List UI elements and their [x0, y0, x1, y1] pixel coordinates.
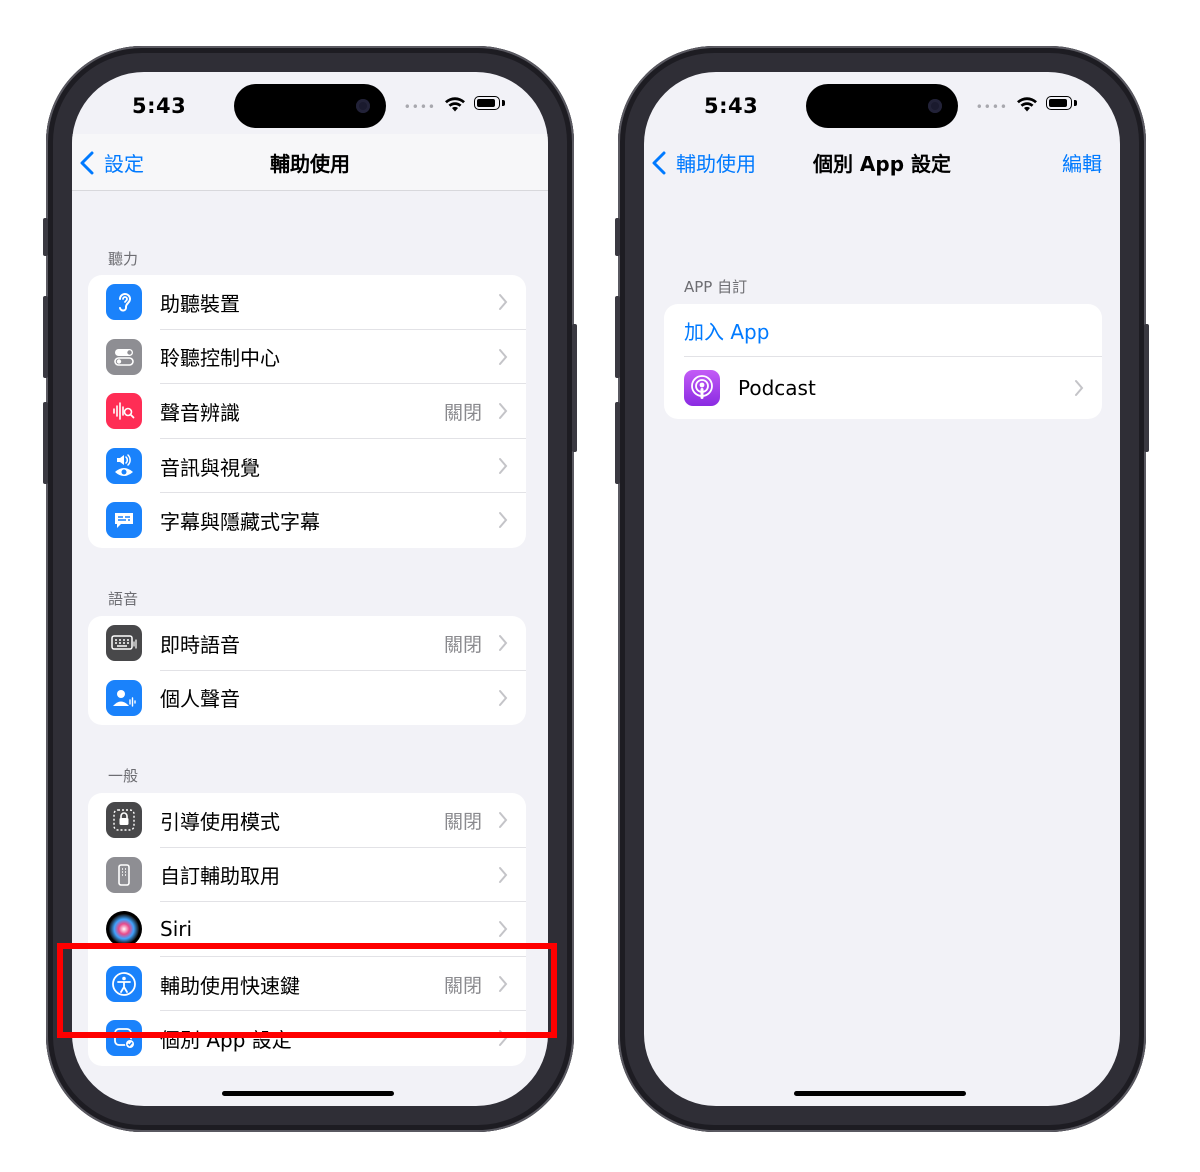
action-button — [43, 218, 48, 256]
battery-icon — [474, 96, 506, 112]
status-icons: •••• — [404, 94, 506, 114]
section-header-speech: 語音 — [108, 590, 139, 608]
status-time: 5:43 — [132, 94, 187, 118]
podcast-icon — [684, 370, 720, 406]
list-item[interactable]: 引導使用模式 關閉 — [88, 793, 526, 848]
chevron-right-icon — [499, 457, 508, 474]
item-value: 關閉 — [443, 810, 482, 833]
chevron-right-icon — [499, 294, 508, 310]
chevron-right-icon — [499, 866, 508, 883]
nav-bar: 設定 輔助使用 — [72, 134, 548, 191]
power-button — [572, 324, 577, 452]
item-label: Siri — [160, 917, 193, 942]
volume-down-button — [43, 402, 48, 484]
item-label: 自訂輔助取用 — [160, 864, 280, 889]
item-label: 個人聲音 — [160, 687, 240, 712]
page-title: 輔助使用 — [270, 152, 350, 176]
item-value: 關閉 — [443, 401, 482, 424]
chevron-right-icon — [1075, 380, 1084, 396]
chevron-right-icon — [499, 635, 508, 651]
nav-bar: 輔助使用 個別 App 設定 編輯 — [644, 134, 1120, 190]
person-voice-icon — [106, 679, 142, 716]
list-item[interactable]: Podcast — [664, 357, 1102, 419]
item-label: 聆聽控制中心 — [160, 346, 280, 371]
list-item[interactable]: 即時語音 關閉 — [88, 616, 526, 671]
wifi-icon — [445, 97, 465, 112]
section-header-general: 一般 — [108, 767, 139, 785]
chevron-right-icon — [499, 812, 508, 828]
group-hearing: 助聽裝置 聆聽控制中心 聲音辨識 關閉 音訊與視覺 字幕與隱藏式字幕 — [88, 275, 526, 548]
section-header-app-custom: APP 自訂 — [684, 278, 748, 296]
lock-icon — [106, 802, 142, 838]
volume-down-button — [615, 402, 620, 484]
page-title: 個別 App 設定 — [812, 152, 952, 176]
wifi-icon — [1017, 97, 1037, 112]
add-app-row[interactable]: 加入 App — [664, 304, 1102, 357]
list-item[interactable]: 助聽裝置 — [88, 275, 526, 330]
dynamic-island — [234, 84, 386, 128]
power-button — [1144, 324, 1149, 452]
item-value: 關閉 — [443, 633, 482, 656]
item-label: 助聽裝置 — [160, 291, 240, 316]
chevron-right-icon — [499, 689, 508, 706]
waveform-icon — [106, 393, 142, 430]
item-label: 聲音辨識 — [160, 400, 240, 425]
section-header-hearing: 聽力 — [108, 250, 139, 268]
item-label: Podcast — [738, 376, 816, 400]
group-apps: 加入 App Podcast — [664, 304, 1102, 419]
list-item[interactable]: 聲音辨識 關閉 — [88, 384, 526, 439]
chevron-right-icon — [499, 403, 508, 420]
list-item[interactable]: 聆聽控制中心 — [88, 330, 526, 385]
volume-up-button — [615, 296, 620, 378]
caption-icon — [106, 502, 142, 539]
home-indicator — [794, 1091, 966, 1096]
list-item[interactable]: 個人聲音 — [88, 671, 526, 726]
edit-button[interactable]: 編輯 — [1062, 148, 1102, 177]
list-item[interactable]: 字幕與隱藏式字幕 — [88, 493, 526, 548]
highlight-box — [57, 943, 557, 1038]
list-item[interactable]: 音訊與視覺 — [88, 439, 526, 494]
right-screen: 5:43 •••• 輔助使用 個別 App 設定 編輯 APP 自訂 加入 Ap… — [644, 72, 1120, 1106]
status-time: 5:43 — [704, 94, 759, 118]
list-item[interactable]: 自訂輔助取用 — [88, 848, 526, 903]
keyboard-icon — [106, 625, 142, 661]
remote-icon — [106, 856, 142, 893]
item-label: 音訊與視覺 — [160, 455, 260, 480]
signal-dots-icon: •••• — [403, 100, 436, 114]
item-label: 即時語音 — [160, 632, 240, 657]
ear-icon — [106, 284, 142, 320]
volume-up-button — [43, 296, 48, 378]
item-label: 引導使用模式 — [160, 809, 280, 834]
siri-icon — [106, 911, 142, 948]
action-button — [615, 218, 620, 256]
dynamic-island — [806, 84, 958, 128]
battery-icon — [1046, 96, 1078, 112]
status-icons: •••• — [976, 94, 1078, 114]
right-phone: 5:43 •••• 輔助使用 個別 App 設定 編輯 APP 自訂 加入 Ap… — [615, 46, 1149, 1132]
toggle-icon — [106, 338, 142, 375]
chevron-right-icon — [499, 921, 508, 938]
item-label: 字幕與隱藏式字幕 — [160, 510, 320, 535]
signal-dots-icon: •••• — [975, 100, 1008, 114]
speaker-eye-icon — [106, 447, 142, 484]
group-speech: 即時語音 關閉 個人聲音 — [88, 616, 526, 726]
add-app-button[interactable]: 加入 App — [684, 316, 769, 345]
chevron-right-icon — [499, 512, 508, 529]
home-indicator — [222, 1091, 394, 1096]
chevron-right-icon — [499, 348, 508, 365]
